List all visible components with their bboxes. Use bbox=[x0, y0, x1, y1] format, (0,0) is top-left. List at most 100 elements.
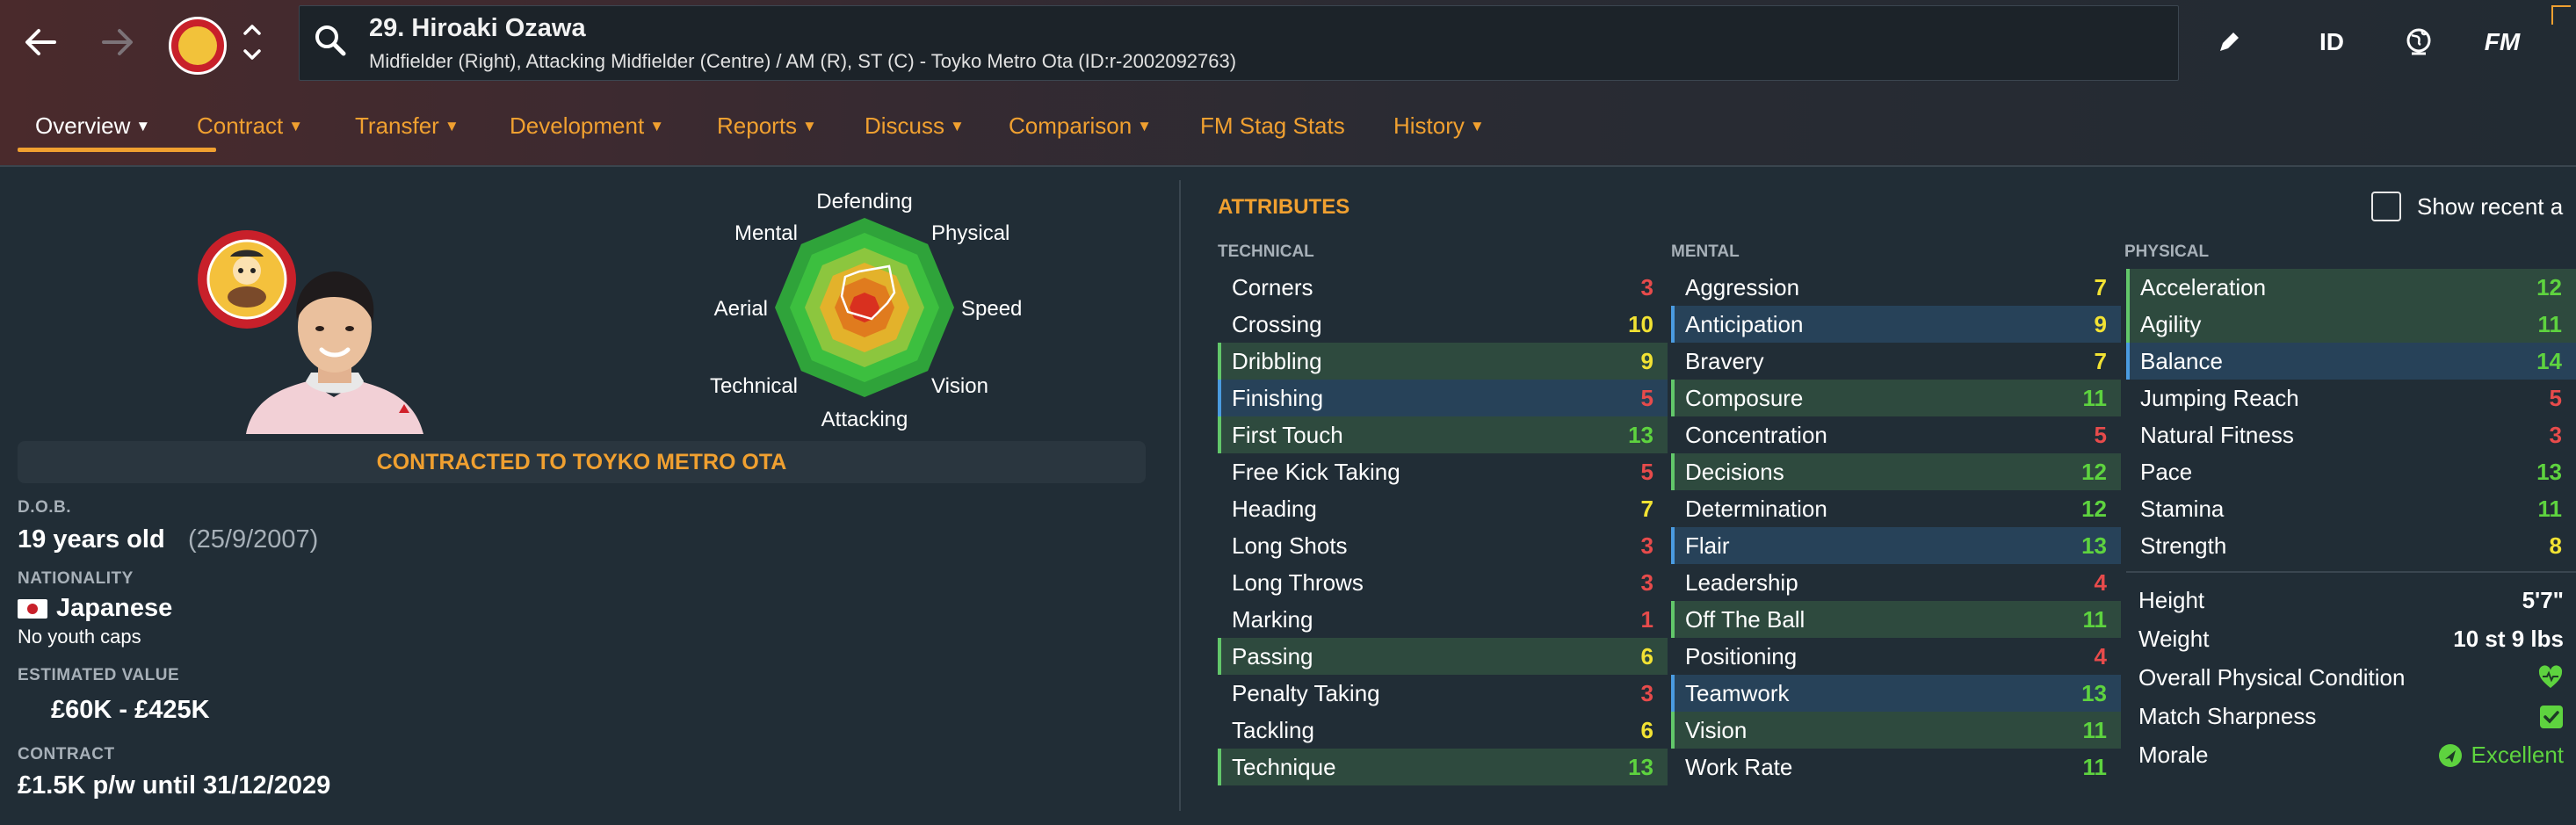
attribute-row[interactable]: Aggression 7 bbox=[1671, 269, 2121, 306]
attribute-name: Penalty Taking bbox=[1232, 680, 1380, 706]
attribute-row[interactable]: Technique 13 bbox=[1218, 749, 1668, 785]
attribute-value: 7 bbox=[1640, 496, 1653, 522]
radar-label-physical: Physical bbox=[931, 221, 1009, 245]
attribute-row[interactable]: Leadership 4 bbox=[1671, 564, 2121, 601]
attribute-name: Concentration bbox=[1685, 422, 1827, 448]
attribute-row[interactable]: Work Rate 11 bbox=[1671, 749, 2121, 785]
attribute-row[interactable]: Tackling 6 bbox=[1218, 712, 1668, 749]
search-icon[interactable] bbox=[313, 23, 348, 62]
tab-transfer[interactable]: Transfer ▼ bbox=[355, 112, 459, 140]
club-crest[interactable] bbox=[169, 17, 227, 75]
estimated-value-label: ESTIMATED VALUE bbox=[18, 666, 180, 684]
attribute-name: Heading bbox=[1232, 496, 1317, 522]
radar-label-mental: Mental bbox=[734, 221, 798, 245]
attribute-name: Pace bbox=[2140, 459, 2193, 485]
age-value: 19 years old bbox=[18, 525, 165, 554]
attribute-name: Marking bbox=[1232, 606, 1313, 633]
tab-contract[interactable]: Contract ▼ bbox=[197, 112, 303, 140]
player-switch-arrows[interactable] bbox=[239, 21, 265, 63]
chevron-down-icon: ▼ bbox=[1137, 118, 1152, 134]
globe-button[interactable] bbox=[2397, 19, 2441, 65]
attribute-row[interactable]: Stamina 11 bbox=[2126, 490, 2576, 527]
attribute-row[interactable]: Penalty Taking 3 bbox=[1218, 675, 1668, 712]
radar-label-technical: Technical bbox=[710, 374, 798, 398]
weight-row: Weight 10 st 9 lbs bbox=[2126, 619, 2576, 657]
tab-history[interactable]: History ▼ bbox=[1393, 112, 1485, 140]
checkbox-box[interactable] bbox=[2371, 192, 2401, 221]
attribute-row[interactable]: Balance 14 bbox=[2126, 343, 2576, 380]
attribute-row[interactable]: Flair 13 bbox=[1671, 527, 2121, 564]
attribute-name: Teamwork bbox=[1685, 680, 1790, 706]
attribute-row[interactable]: Finishing 5 bbox=[1218, 380, 1668, 416]
japan-flag-icon[interactable] bbox=[18, 599, 47, 619]
attribute-row[interactable]: Determination 12 bbox=[1671, 490, 2121, 527]
attribute-row[interactable]: Positioning 4 bbox=[1671, 638, 2121, 675]
sharpness-row[interactable]: Match Sharpness bbox=[2126, 696, 2576, 735]
attribute-row[interactable]: Composure 11 bbox=[1671, 380, 2121, 416]
attribute-name: Crossing bbox=[1232, 311, 1322, 337]
attribute-value: 13 bbox=[2536, 459, 2562, 485]
attribute-row[interactable]: Corners 3 bbox=[1218, 269, 1668, 306]
back-button[interactable] bbox=[18, 19, 63, 65]
tab-development[interactable]: Development ▼ bbox=[510, 112, 664, 140]
attribute-name: Decisions bbox=[1685, 459, 1784, 485]
tab-overview[interactable]: Overview ▼ bbox=[35, 112, 150, 140]
attribute-row[interactable]: Crossing 10 bbox=[1218, 306, 1668, 343]
tab-discuss[interactable]: Discuss ▼ bbox=[865, 112, 965, 140]
edit-button[interactable] bbox=[2207, 19, 2251, 65]
attribute-row[interactable]: Marking 1 bbox=[1218, 601, 1668, 638]
attribute-row[interactable]: Jumping Reach 5 bbox=[2126, 380, 2576, 416]
attribute-row[interactable]: Agility 11 bbox=[2126, 306, 2576, 343]
morale-row[interactable]: Morale Excellent bbox=[2126, 735, 2576, 773]
attribute-value: 11 bbox=[2082, 717, 2108, 743]
nationality-value[interactable]: Japanese bbox=[56, 594, 172, 623]
tab-fm-stag-stats[interactable]: FM Stag Stats bbox=[1200, 112, 1345, 140]
attribute-value: 3 bbox=[1640, 569, 1653, 596]
attribute-name: Long Throws bbox=[1232, 569, 1364, 596]
attribute-row[interactable]: Free Kick Taking 5 bbox=[1218, 453, 1668, 490]
attribute-value: 11 bbox=[2082, 606, 2108, 633]
tab-reports[interactable]: Reports ▼ bbox=[717, 112, 817, 140]
show-recent-checkbox[interactable]: Show recent a bbox=[2371, 192, 2563, 221]
attribute-row[interactable]: Anticipation 9 bbox=[1671, 306, 2121, 343]
arrow-right-icon bbox=[102, 29, 133, 55]
radar-label-speed: Speed bbox=[961, 297, 1022, 321]
contract-label: CONTRACT bbox=[18, 745, 115, 763]
header-divider bbox=[0, 165, 2576, 167]
attribute-name: Corners bbox=[1232, 274, 1313, 300]
attribute-row[interactable]: Long Throws 3 bbox=[1218, 564, 1668, 601]
arrow-left-icon bbox=[25, 29, 56, 55]
forward-button[interactable] bbox=[95, 19, 141, 65]
attribute-name: Aggression bbox=[1685, 274, 1800, 300]
attribute-row[interactable]: Teamwork 13 bbox=[1671, 675, 2121, 712]
attribute-row[interactable]: Passing 6 bbox=[1218, 638, 1668, 675]
id-button[interactable]: ID bbox=[2314, 19, 2349, 65]
attribute-row[interactable]: Acceleration 12 bbox=[2126, 269, 2576, 306]
fm-button[interactable]: FM bbox=[2476, 19, 2529, 65]
attribute-row[interactable]: First Touch 13 bbox=[1218, 416, 1668, 453]
attribute-row[interactable]: Decisions 12 bbox=[1671, 453, 2121, 490]
tab-comparison[interactable]: Comparison ▼ bbox=[1009, 112, 1152, 140]
pencil-icon bbox=[2220, 33, 2239, 51]
attribute-radar-chart: Defending Physical Speed Vision Attackin… bbox=[710, 190, 1022, 431]
attribute-row[interactable]: Off The Ball 11 bbox=[1671, 601, 2121, 638]
attribute-row[interactable]: Heading 7 bbox=[1218, 490, 1668, 527]
mental-attributes: Aggression 7 Anticipation 9 Bravery 7 Composur… bbox=[1671, 269, 2121, 785]
attribute-name: Passing bbox=[1232, 643, 1313, 669]
attribute-row[interactable]: Concentration 5 bbox=[1671, 416, 2121, 453]
attribute-row[interactable]: Vision 11 bbox=[1671, 712, 2121, 749]
condition-row[interactable]: Overall Physical Condition bbox=[2126, 657, 2576, 696]
attribute-row[interactable]: Bravery 7 bbox=[1671, 343, 2121, 380]
radar-label-attacking: Attacking bbox=[821, 408, 908, 431]
attribute-value: 12 bbox=[2081, 496, 2107, 522]
radar-label-vision: Vision bbox=[931, 374, 988, 398]
attribute-row[interactable]: Strength 8 bbox=[2126, 527, 2576, 564]
attribute-row[interactable]: Natural Fitness 3 bbox=[2126, 416, 2576, 453]
attribute-row[interactable]: Pace 13 bbox=[2126, 453, 2576, 490]
attribute-value: 10 bbox=[1628, 311, 1653, 337]
radar-rings bbox=[775, 218, 954, 397]
attribute-name: Bravery bbox=[1685, 348, 1764, 374]
attribute-row[interactable]: Long Shots 3 bbox=[1218, 527, 1668, 564]
attribute-row[interactable]: Dribbling 9 bbox=[1218, 343, 1668, 380]
attribute-value: 3 bbox=[1640, 274, 1653, 300]
